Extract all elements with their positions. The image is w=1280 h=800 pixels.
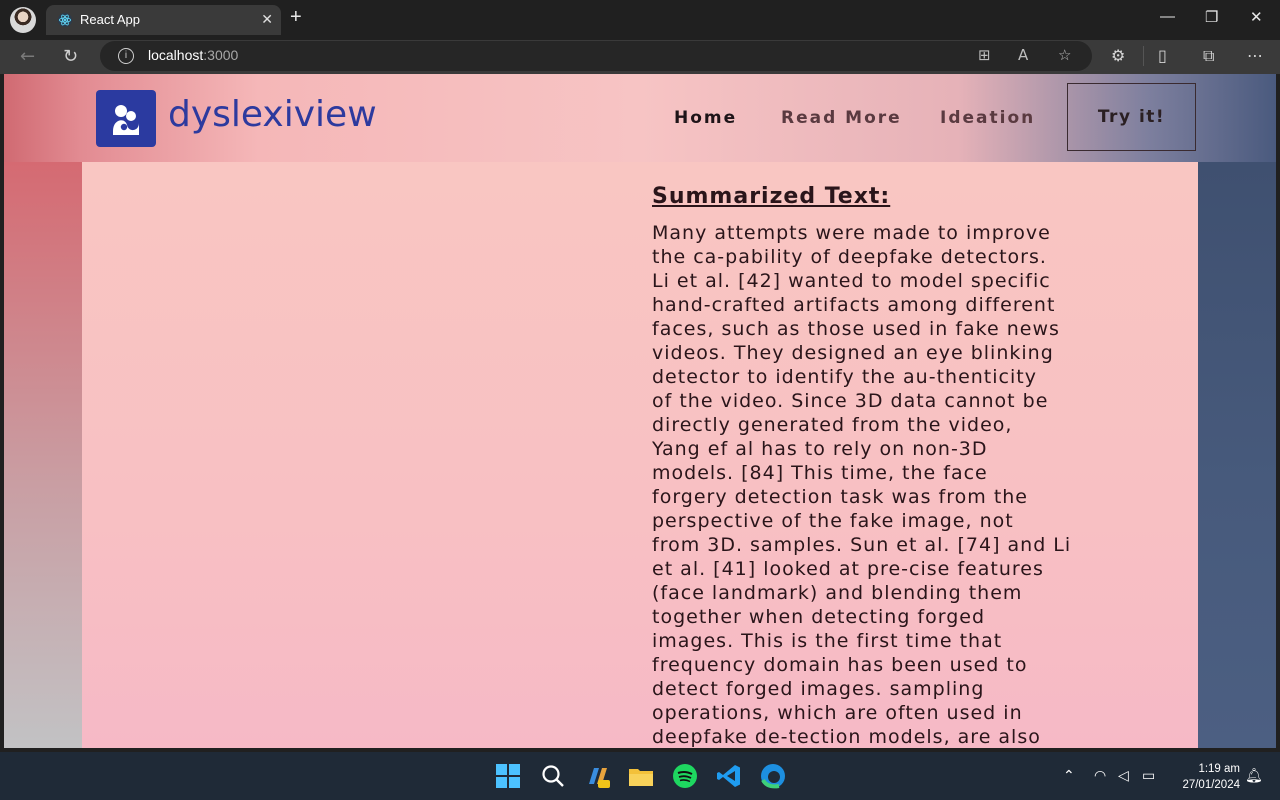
tab-title: React App bbox=[80, 12, 140, 27]
copilot-pre-icon[interactable] bbox=[583, 762, 611, 790]
logo-icon[interactable] bbox=[96, 90, 156, 147]
search-icon[interactable] bbox=[539, 762, 567, 790]
app-icon[interactable]: ⊞ bbox=[978, 46, 991, 64]
browser-toolbar: ← ↻ i localhost:3000 ⊞ A ☆ ⚙ ▯ ⧉ ⋯ bbox=[0, 40, 1280, 74]
maximize-icon[interactable]: ❐ bbox=[1205, 8, 1218, 26]
info-icon[interactable]: i bbox=[118, 48, 134, 64]
browser-tab[interactable]: React App ✕ bbox=[46, 5, 281, 35]
windows-taskbar: ⌃ ◠ ◁ ▭ 1:19 am 27/01/2024 🔔︎ bbox=[0, 752, 1280, 800]
site-header: dyslexiview Home Read More Ideation Try … bbox=[4, 74, 1276, 162]
wifi-icon[interactable]: ◠ bbox=[1094, 768, 1106, 784]
address-bar[interactable]: i localhost:3000 ⊞ A ☆ bbox=[100, 41, 1092, 71]
volume-icon[interactable]: ◁ bbox=[1118, 768, 1129, 784]
edge-icon[interactable] bbox=[759, 762, 787, 790]
nav-read-more[interactable]: Read More bbox=[781, 108, 902, 128]
right-gutter bbox=[1198, 162, 1276, 748]
try-it-button[interactable]: Try it! bbox=[1067, 83, 1196, 151]
favorite-star-icon[interactable]: ☆ bbox=[1058, 46, 1071, 64]
summary-text: Many attempts were made to improve the c… bbox=[652, 222, 1072, 748]
system-clock[interactable]: 1:19 am 27/01/2024 bbox=[1170, 761, 1240, 793]
brand-name[interactable]: dyslexiview bbox=[168, 94, 377, 135]
summary-heading: Summarized Text: bbox=[652, 184, 891, 209]
chevron-up-icon[interactable]: ⌃ bbox=[1063, 768, 1075, 784]
notification-bell-icon[interactable]: 🔔︎ bbox=[1245, 768, 1263, 784]
extensions-icon[interactable]: ⚙ bbox=[1111, 46, 1125, 65]
close-window-icon[interactable]: ✕ bbox=[1250, 8, 1263, 26]
close-icon[interactable]: ✕ bbox=[261, 11, 273, 28]
split-screen-icon[interactable]: ▯ bbox=[1158, 46, 1167, 65]
new-tab-icon[interactable]: + bbox=[290, 6, 302, 29]
url-text: localhost:3000 bbox=[148, 47, 239, 63]
nav-ideation[interactable]: Ideation bbox=[940, 108, 1035, 128]
refresh-icon[interactable]: ↻ bbox=[63, 46, 78, 67]
profile-avatar-icon[interactable] bbox=[10, 7, 36, 33]
clock-date: 27/01/2024 bbox=[1182, 779, 1240, 791]
back-icon[interactable]: ← bbox=[20, 46, 35, 67]
minimize-icon[interactable]: — bbox=[1160, 8, 1175, 25]
collections-icon[interactable]: ⧉ bbox=[1203, 46, 1214, 66]
page-viewport: dyslexiview Home Read More Ideation Try … bbox=[4, 74, 1276, 748]
browser-tab-bar: React App ✕ + — ❐ ✕ bbox=[0, 0, 1280, 40]
spotify-icon[interactable] bbox=[671, 762, 699, 790]
read-aloud-icon[interactable]: A bbox=[1018, 46, 1028, 64]
vscode-icon[interactable] bbox=[715, 762, 743, 790]
nav-home[interactable]: Home bbox=[674, 108, 737, 128]
windows-start-icon[interactable] bbox=[494, 762, 522, 790]
battery-icon[interactable]: ▭ bbox=[1142, 768, 1155, 784]
left-gutter bbox=[4, 162, 82, 748]
file-explorer-icon[interactable] bbox=[627, 762, 655, 790]
more-icon[interactable]: ⋯ bbox=[1247, 46, 1263, 65]
react-favicon-icon bbox=[58, 13, 72, 27]
clock-time: 1:19 am bbox=[1198, 763, 1240, 775]
toolbar-divider bbox=[1143, 46, 1144, 66]
